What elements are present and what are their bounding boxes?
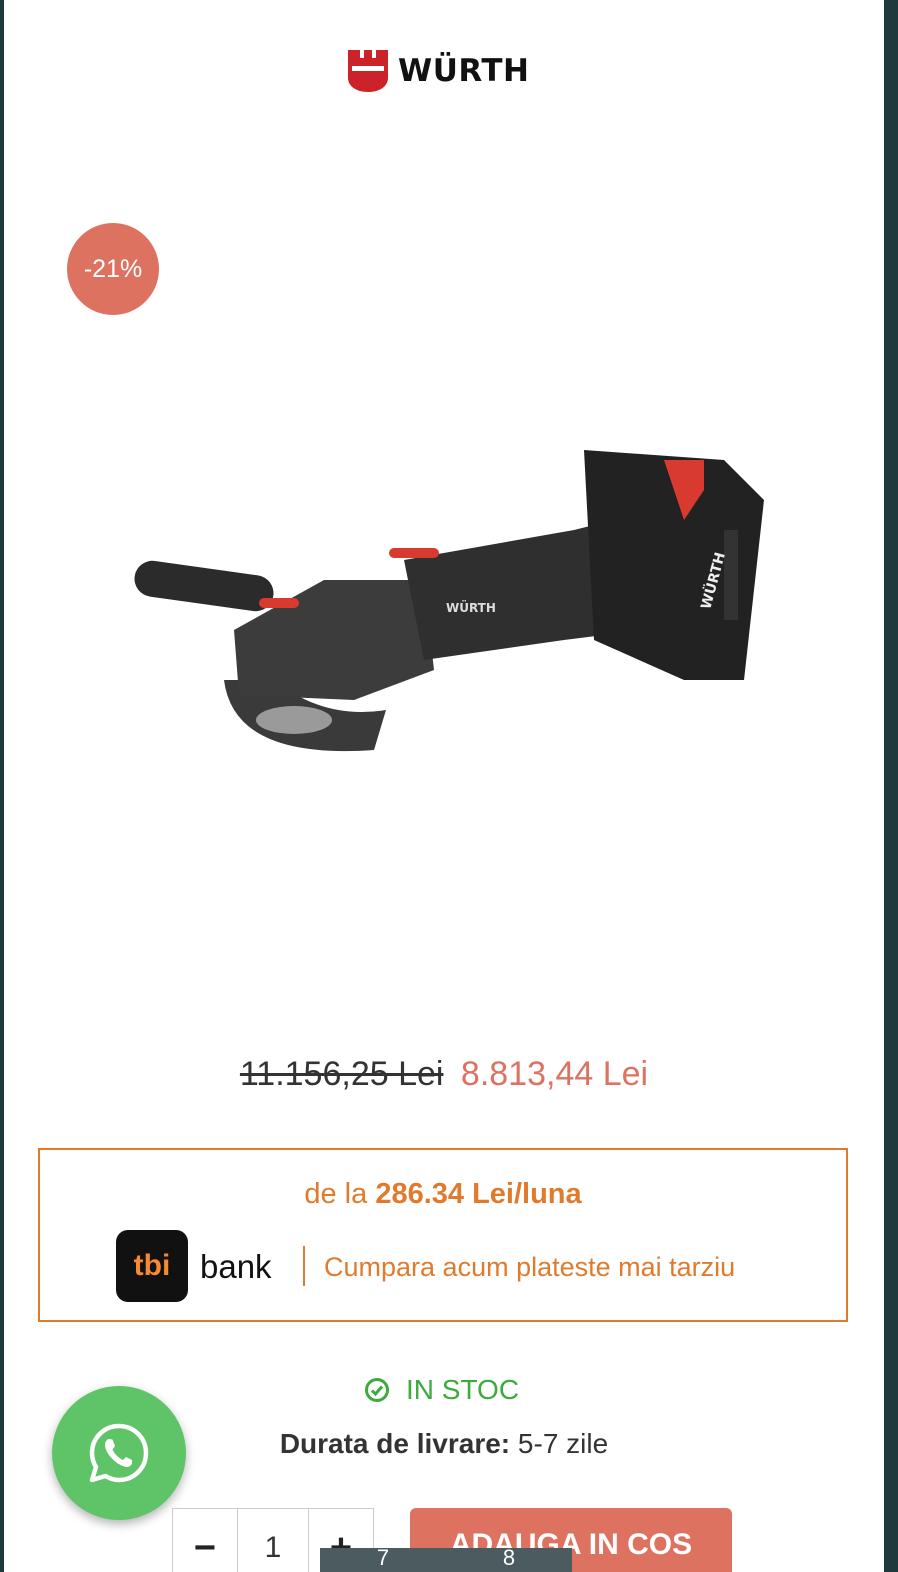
installment-prefix: de la	[304, 1178, 368, 1210]
quantity-minus-button[interactable]: −	[172, 1508, 238, 1572]
installment-amount: 286.34 Lei/luna	[375, 1178, 582, 1210]
whatsapp-button[interactable]	[52, 1386, 186, 1520]
stock-label: IN STOC	[406, 1374, 520, 1405]
pager-item[interactable]: 7	[377, 1548, 389, 1569]
new-price: 8.813,44 Lei	[460, 1055, 649, 1093]
installment-line: de la 286.34 Lei/luna	[40, 1178, 846, 1211]
brand-name: WÜRTH	[398, 53, 530, 89]
stock-status: IN STOC	[364, 1374, 519, 1406]
delivery-label: Durata de livrare:	[279, 1428, 511, 1459]
image-pager[interactable]: 7 8	[320, 1548, 572, 1572]
product-image[interactable]: WÜRTH WÜRTH	[124, 430, 774, 770]
delivery-value: 5-7 zile	[517, 1428, 609, 1459]
bank-slogan: Cumpara acum plateste mai tarziu	[324, 1252, 736, 1282]
bank-name: bank	[200, 1248, 272, 1285]
check-circle-icon	[365, 1378, 389, 1402]
wurth-logo-icon	[348, 50, 388, 92]
tbi-bank-logo: tbi	[116, 1230, 188, 1302]
quantity-input[interactable]: 1	[238, 1508, 308, 1572]
whatsapp-icon	[89, 1423, 149, 1483]
discount-badge: -21%	[67, 223, 159, 315]
financing-divider	[303, 1246, 305, 1286]
financing-box[interactable]: de la 286.34 Lei/luna tbi bank Cumpara a…	[38, 1148, 848, 1322]
price-row: 11.156,25 Lei 8.813,44 Lei	[4, 1055, 884, 1094]
pager-item[interactable]: 8	[503, 1548, 515, 1569]
product-page: WÜRTH -21% WÜRTH WÜRTH 11.156,25 Lei 8.8…	[4, 0, 884, 1572]
old-price: 11.156,25 Lei	[239, 1055, 444, 1093]
svg-text:WÜRTH: WÜRTH	[446, 600, 496, 615]
brand-logo[interactable]: WÜRTH	[348, 48, 529, 94]
